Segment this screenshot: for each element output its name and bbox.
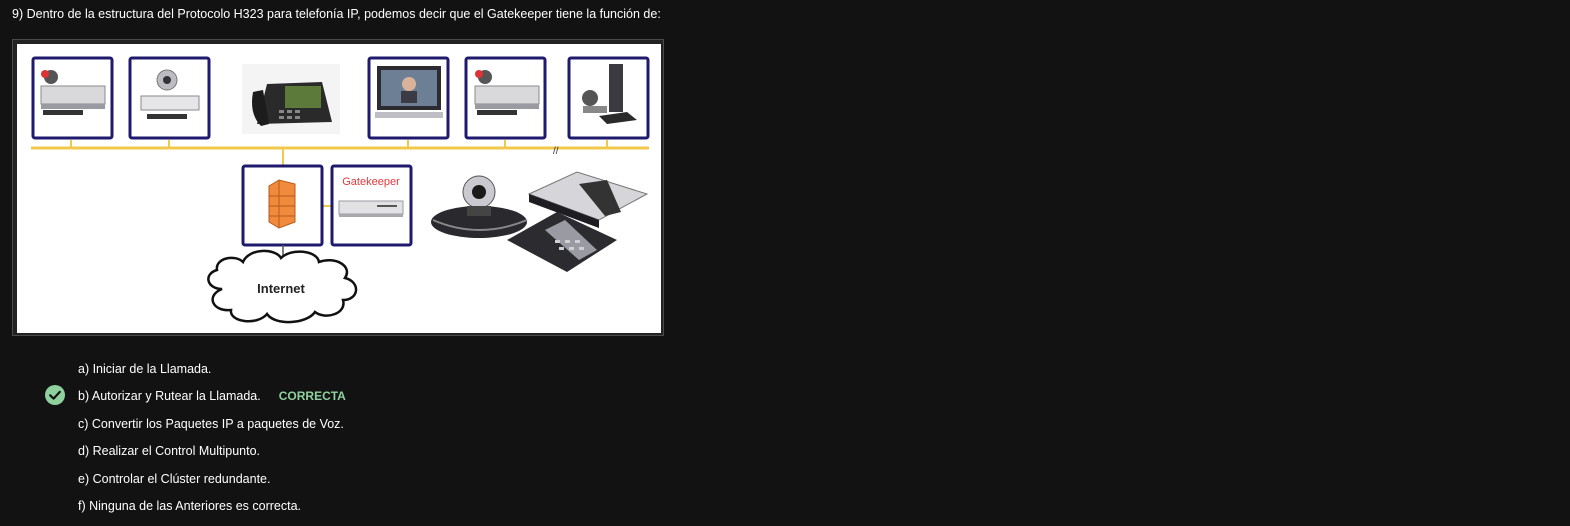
question-text: 9) Dentro de la estructura del Protocolo…: [12, 7, 661, 21]
option-f-label: f) Ninguna de las Anteriores es correcta…: [78, 499, 302, 513]
option-a-label: a) Iniciar de la Llamada.: [78, 362, 212, 376]
option-c-label: c) Convertir los Paquetes IP a paquetes …: [78, 417, 344, 431]
option-f[interactable]: f) Ninguna de las Anteriores es correcta…: [78, 498, 301, 514]
option-d[interactable]: d) Realizar el Control Multipunto.: [78, 443, 260, 459]
option-a[interactable]: a) Iniciar de la Llamada.: [78, 361, 211, 377]
conference-equipment-image: [431, 171, 649, 272]
check-circle-icon: [45, 385, 65, 405]
telepresence-device-3: [367, 56, 450, 140]
internet-cloud: Internet: [207, 249, 358, 324]
correct-badge: CORRECTA: [278, 389, 346, 403]
gatekeeper-box: Gatekeeper: [330, 164, 413, 247]
video-endpoint-device-1: [31, 56, 114, 140]
option-e-label: e) Controlar el Clúster redundante.: [78, 472, 271, 486]
internet-label: Internet: [257, 281, 305, 296]
h323-diagram-image: // Gatekeeper Internet: [17, 44, 661, 333]
gatekeeper-label: Gatekeeper: [342, 176, 400, 188]
diagram-image-frame: // Gatekeeper Internet: [12, 39, 664, 336]
option-d-label: d) Realizar el Control Multipunto.: [78, 444, 261, 458]
option-b-label: b) Autorizar y Rutear la Llamada.: [78, 389, 261, 403]
option-b[interactable]: b) Autorizar y Rutear la Llamada. CORRECT…: [78, 388, 346, 404]
bus-break-mark: //: [553, 146, 559, 157]
camera-codec-device-2: [128, 56, 211, 140]
option-e[interactable]: e) Controlar el Clúster redundante.: [78, 471, 270, 487]
video-endpoint-device-4: [464, 56, 547, 140]
room-system-device-5: [567, 56, 650, 140]
ip-phone-device: [242, 64, 340, 134]
option-c[interactable]: c) Convertir los Paquetes IP a paquetes …: [78, 416, 344, 432]
firewall-box: [241, 164, 324, 247]
